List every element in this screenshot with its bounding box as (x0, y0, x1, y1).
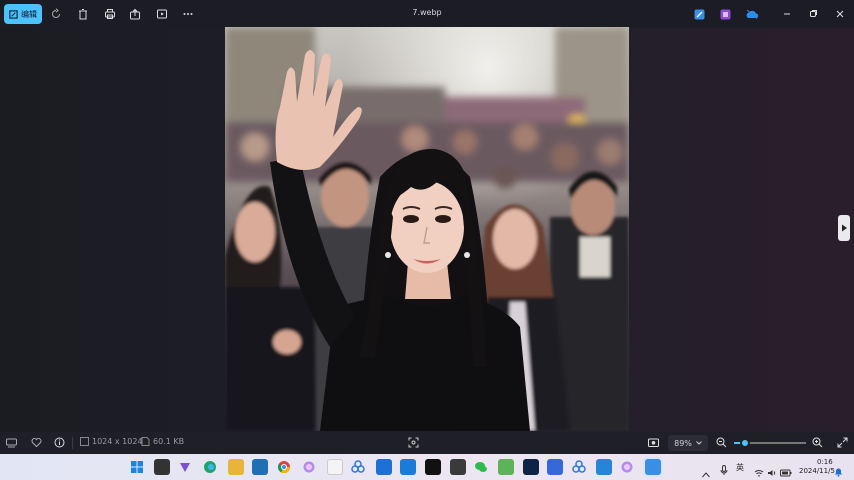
media-player-icon[interactable] (596, 459, 612, 475)
photoshop-icon[interactable] (523, 459, 539, 475)
taskbar: 英 0:16 2024/11/5 (0, 454, 854, 480)
clock-date[interactable]: 2024/11/5 (799, 467, 835, 475)
file-explorer-icon[interactable] (228, 459, 244, 475)
network-app-2-icon[interactable] (572, 459, 588, 475)
zoom-slider-thumb[interactable] (739, 438, 750, 448)
wechat-icon[interactable] (474, 459, 490, 475)
terminal-icon[interactable] (154, 459, 170, 475)
image-tool-icon[interactable] (498, 459, 514, 475)
file-icon (141, 437, 150, 446)
image-size-icon (80, 437, 89, 446)
status-bar: 1024 x 1024 60.1 KB 89% (0, 432, 854, 454)
vpn-app-icon[interactable] (178, 459, 194, 475)
minimize-icon[interactable] (779, 6, 795, 22)
maximize-icon[interactable] (805, 6, 821, 22)
chevron-up-icon[interactable] (702, 463, 710, 480)
onedrive-icon[interactable] (744, 6, 760, 22)
dimensions-text: 1024 x 1024 (92, 437, 143, 446)
clipchamp-icon[interactable] (717, 6, 733, 22)
notification-icon[interactable] (834, 462, 843, 480)
screenshot-icon[interactable] (648, 437, 659, 448)
file-size-text: 60.1 KB (153, 437, 185, 446)
zoom-value: 89% (674, 438, 692, 448)
copilot-2-icon[interactable] (620, 459, 636, 475)
fullscreen-icon[interactable] (837, 437, 848, 448)
volume-icon[interactable] (767, 462, 777, 480)
divider (72, 437, 73, 449)
chevron-right-icon (841, 224, 847, 232)
file-size-info: 60.1 KB (141, 437, 184, 446)
zoom-dropdown[interactable]: 89% (668, 435, 708, 451)
clock-time[interactable]: 0:16 (817, 458, 833, 466)
store-icon[interactable] (252, 459, 268, 475)
microphone-icon[interactable] (720, 461, 728, 480)
filmstrip-icon[interactable] (6, 437, 17, 448)
feishu-icon[interactable] (376, 459, 392, 475)
download-app-icon[interactable] (547, 459, 563, 475)
battery-icon[interactable] (780, 462, 792, 480)
chrome-icon[interactable] (277, 459, 293, 475)
edge-icon[interactable] (203, 459, 219, 475)
fit-to-window-icon[interactable] (408, 437, 419, 448)
wifi-icon[interactable] (754, 462, 764, 480)
zoom-slider[interactable] (734, 438, 806, 448)
info-icon[interactable] (54, 437, 65, 448)
ime-indicator[interactable]: 英 (736, 462, 744, 473)
copilot-icon[interactable] (302, 459, 318, 475)
network-app-icon[interactable] (351, 459, 367, 475)
photo (225, 27, 629, 431)
vscode-icon[interactable] (400, 459, 416, 475)
photos-app-icon[interactable] (645, 459, 661, 475)
zoom-in-icon[interactable] (812, 437, 823, 448)
app-icon[interactable] (327, 459, 343, 475)
zoom-out-icon[interactable] (716, 437, 727, 448)
close-icon[interactable] (832, 6, 848, 22)
photo-crowd-woman-waving (225, 27, 629, 431)
next-image-button[interactable] (838, 215, 850, 241)
dimensions-info: 1024 x 1024 (80, 437, 143, 446)
title-bar: 编辑 7.webp (0, 0, 854, 28)
photos-editor-icon[interactable] (691, 6, 707, 22)
chevron-down-icon (696, 441, 702, 445)
capcut-icon[interactable] (425, 459, 441, 475)
start-icon[interactable] (130, 459, 146, 475)
monitor-app-icon[interactable] (450, 459, 466, 475)
favorite-icon[interactable] (31, 437, 42, 448)
